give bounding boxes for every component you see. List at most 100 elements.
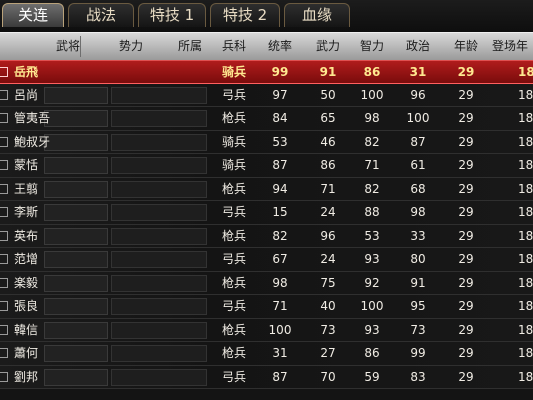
name-cell-bg [44, 110, 108, 127]
officer-debut-year: 18 [518, 275, 533, 290]
name-cell-bg [44, 180, 108, 198]
officer-politics: 80 [410, 252, 426, 266]
column-header-war[interactable]: 武力 [310, 33, 346, 60]
officer-leadership: 82 [272, 228, 288, 243]
tab-skills-1[interactable]: 特技 1 [138, 3, 206, 27]
officer-war: 71 [320, 181, 336, 196]
officer-intellect: 59 [364, 369, 380, 384]
table-row[interactable]: 李斯 弓兵 15 24 88 98 29 18 [0, 201, 533, 225]
officer-intellect: 93 [364, 322, 380, 337]
row-checkbox[interactable] [0, 348, 8, 358]
table-row[interactable]: 張良 弓兵 71 40 100 95 29 18 [0, 295, 533, 319]
table-row[interactable]: 岳飛 骑兵 99 91 86 31 29 18 [0, 60, 533, 84]
officer-politics: 87 [410, 134, 426, 149]
row-checkbox[interactable] [0, 301, 8, 311]
officer-troop: 枪兵 [221, 181, 246, 196]
row-checkbox[interactable] [0, 160, 8, 170]
officer-leadership: 97 [272, 87, 288, 102]
officer-debut-year: 18 [518, 111, 533, 125]
officer-debut-year: 18 [518, 322, 533, 337]
officer-politics: 91 [410, 275, 426, 290]
officer-name: 范增 [14, 252, 39, 266]
table-row[interactable]: 英布 枪兵 82 96 53 33 29 18 [0, 224, 533, 248]
name-cell-bg [44, 251, 108, 268]
name-cell-bg [44, 321, 108, 339]
officer-age: 29 [458, 158, 474, 172]
officer-debut-year: 18 [518, 205, 533, 219]
table-row[interactable]: 劉邦 弓兵 87 70 59 83 29 18 [0, 365, 533, 389]
officer-intellect: 82 [364, 181, 380, 196]
faction-cell-bg [111, 64, 207, 81]
officer-leadership: 87 [272, 158, 288, 172]
table-row[interactable]: 呂尚 弓兵 97 50 100 96 29 18 [0, 83, 533, 107]
table-row[interactable]: 管夷吾 枪兵 84 65 98 100 29 18 [0, 107, 533, 131]
column-header-debut-year[interactable]: 登场年 [492, 33, 533, 60]
table-row[interactable]: 范增 弓兵 67 24 93 80 29 18 [0, 248, 533, 272]
tab-skills-2[interactable]: 特技 2 [210, 3, 280, 27]
row-checkbox[interactable] [0, 230, 8, 241]
row-checkbox[interactable] [0, 183, 8, 194]
row-checkbox[interactable] [0, 89, 8, 100]
tab-bloodline[interactable]: 血缘 [284, 3, 350, 27]
officer-name: 呂尚 [14, 87, 39, 102]
officer-debut-year: 18 [518, 228, 533, 243]
officer-age: 29 [458, 111, 474, 125]
column-header-affiliation[interactable]: 所属 [172, 33, 208, 60]
officer-war: 70 [320, 369, 336, 384]
officer-war: 65 [320, 111, 336, 125]
tab-tactics[interactable]: 战法 [68, 3, 134, 27]
officer-intellect: 93 [364, 252, 380, 266]
officer-name: 張良 [14, 299, 39, 313]
table-row[interactable]: 王翦 枪兵 94 71 82 68 29 18 [0, 177, 533, 201]
officer-leadership: 31 [272, 346, 288, 360]
faction-cell-bg [111, 110, 207, 127]
row-checkbox[interactable] [0, 113, 8, 123]
officer-name: 岳飛 [14, 65, 39, 79]
column-header-intellect[interactable]: 智力 [354, 33, 390, 60]
officer-name: 鮑叔牙 [14, 134, 51, 149]
officer-troop: 枪兵 [221, 228, 246, 243]
officer-leadership: 94 [272, 181, 288, 196]
column-header-force[interactable]: 势力 [112, 33, 150, 60]
column-header-general[interactable]: 武将 [48, 33, 88, 60]
row-checkbox[interactable] [0, 371, 8, 382]
officer-troop: 弓兵 [221, 87, 246, 102]
officer-troop: 骑兵 [221, 158, 246, 172]
column-header-troop[interactable]: 兵科 [216, 33, 252, 60]
faction-cell-bg [111, 321, 207, 339]
officer-politics: 83 [410, 369, 426, 384]
officer-age: 29 [458, 369, 474, 384]
row-checkbox[interactable] [0, 67, 8, 77]
officer-debut-year: 18 [518, 299, 533, 313]
officer-war: 86 [320, 158, 336, 172]
table-row[interactable]: 蒙恬 骑兵 87 86 71 61 29 18 [0, 154, 533, 178]
name-cell-bg [44, 274, 108, 292]
officer-politics: 31 [409, 65, 427, 79]
officer-age: 29 [458, 181, 474, 196]
officer-debut-year: 18 [518, 158, 533, 172]
row-checkbox[interactable] [0, 136, 8, 147]
table-row[interactable]: 楽毅 枪兵 98 75 92 91 29 18 [0, 271, 533, 295]
officer-age: 29 [458, 87, 474, 102]
table-row[interactable]: 鮑叔牙 骑兵 53 46 82 87 29 18 [0, 130, 533, 154]
column-header-age[interactable]: 年龄 [448, 33, 484, 60]
tab-relations[interactable]: 关连 [2, 3, 64, 27]
officer-intellect: 53 [364, 228, 380, 243]
officer-intellect: 100 [360, 87, 384, 102]
column-header-leadership[interactable]: 统率 [262, 33, 298, 60]
officer-politics: 99 [410, 346, 426, 360]
officer-age: 29 [458, 252, 474, 266]
officer-name: 劉邦 [14, 369, 39, 384]
officer-intellect: 88 [364, 205, 380, 219]
officer-troop: 弓兵 [221, 299, 246, 313]
officer-troop: 骑兵 [221, 134, 246, 149]
officer-age: 29 [458, 134, 474, 149]
row-checkbox[interactable] [0, 277, 8, 288]
officer-intellect: 86 [364, 346, 380, 360]
table-row[interactable]: 韓信 枪兵 100 73 93 73 29 18 [0, 318, 533, 342]
column-header-politics[interactable]: 政治 [400, 33, 436, 60]
row-checkbox[interactable] [0, 324, 8, 335]
row-checkbox[interactable] [0, 207, 8, 217]
row-checkbox[interactable] [0, 254, 8, 264]
table-row[interactable]: 蕭何 枪兵 31 27 86 99 29 18 [0, 342, 533, 366]
